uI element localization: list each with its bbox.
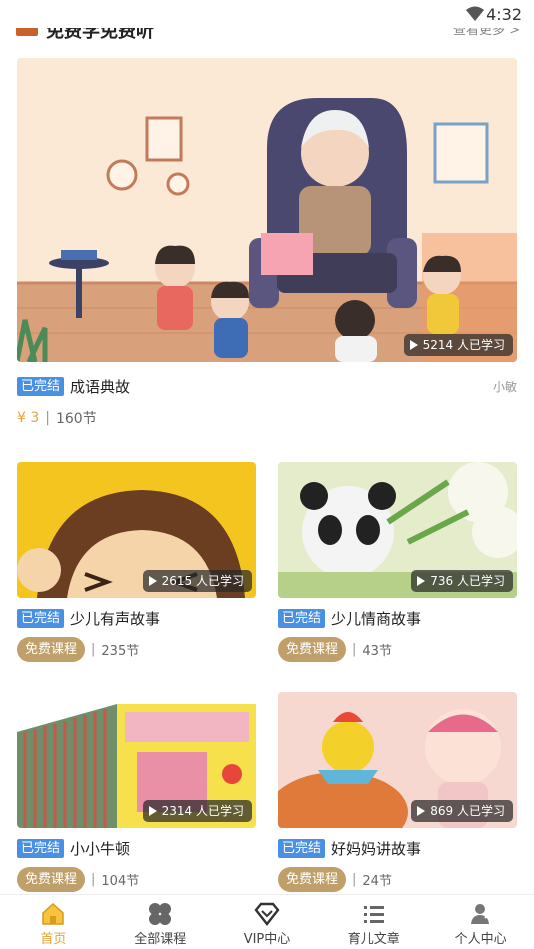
diamond-icon <box>254 902 280 926</box>
nav-label: 育儿文章 <box>347 932 400 947</box>
status-bar: 4:32 <box>0 0 534 28</box>
card-title-row: 已完结 少儿情商故事 <box>278 608 517 628</box>
price-row: ¥ 3 | 160节 <box>17 408 517 428</box>
play-icon <box>148 806 157 816</box>
nav-label: 个人中心 <box>454 932 507 947</box>
learner-count-badge: 736 人已学习 <box>411 570 513 592</box>
meta-row: 免费课程 | 235节 <box>17 637 256 662</box>
course-cover-image[interactable]: 869 人已学习 <box>278 692 517 828</box>
divider: | <box>91 642 96 657</box>
featured-cover-image[interactable]: 5214 人已学习 <box>17 58 517 362</box>
clock: 4:32 <box>486 5 522 24</box>
nav-parenting-articles[interactable]: 育儿文章 <box>320 895 427 949</box>
lesson-count: 43节 <box>362 644 392 659</box>
divider: | <box>352 642 357 657</box>
course-card[interactable]: 736 人已学习 已完结 少儿情商故事 免费课程 | 43节 <box>278 462 517 662</box>
play-icon <box>417 576 426 586</box>
completed-tag: 已完结 <box>17 608 65 628</box>
nav-all-courses[interactable]: 全部课程 <box>107 895 214 949</box>
price: ¥ 3 <box>17 410 40 426</box>
play-icon <box>409 340 418 350</box>
clover-icon <box>147 902 173 926</box>
completed-tag: 已完结 <box>17 376 65 396</box>
bottom-nav: 首页 全部课程 VIP中心 育儿文章 个人中心 <box>0 894 534 949</box>
lesson-count: 160节 <box>55 411 97 427</box>
nav-profile[interactable]: 个人中心 <box>427 895 534 949</box>
author-name: 小敏 <box>492 380 517 394</box>
course-title[interactable]: 好妈妈讲故事 <box>331 838 421 859</box>
lesson-count: 24节 <box>362 874 392 889</box>
learner-count-badge: 5214 人已学习 <box>403 334 513 356</box>
play-icon <box>148 576 157 586</box>
nav-label: 全部课程 <box>134 932 187 947</box>
learner-count: 2314 人已学习 <box>161 804 244 818</box>
course-cover-image[interactable]: 2615 人已学习 <box>17 462 256 598</box>
play-icon <box>417 806 426 816</box>
learner-count: 2615 人已学习 <box>161 574 244 588</box>
course-card[interactable]: 2615 人已学习 已完结 少儿有声故事 免费课程 | 235节 <box>17 462 256 662</box>
course-title[interactable]: 小小牛顿 <box>70 838 130 859</box>
learner-count: 5214 人已学习 <box>422 338 505 352</box>
grandma-storytelling-illustration <box>17 58 517 362</box>
learner-count: 869 人已学习 <box>430 804 505 818</box>
divider: | <box>45 410 50 426</box>
wifi-icon <box>466 6 484 21</box>
course-title[interactable]: 少儿有声故事 <box>70 608 160 629</box>
free-course-pill: 免费课程 <box>17 867 86 892</box>
learner-count-badge: 2314 人已学习 <box>142 800 252 822</box>
completed-tag: 已完结 <box>278 838 326 858</box>
nav-home[interactable]: 首页 <box>0 895 107 949</box>
course-title[interactable]: 成语典故 <box>70 376 130 397</box>
user-icon <box>468 902 494 926</box>
list-icon <box>361 902 387 926</box>
course-cover-image[interactable]: 2314 人已学习 <box>17 692 256 828</box>
nav-vip-center[interactable]: VIP中心 <box>214 895 321 949</box>
free-course-pill: 免费课程 <box>17 637 86 662</box>
meta-row: 免费课程 | 43节 <box>278 637 517 662</box>
lesson-count: 104节 <box>101 874 140 889</box>
card-title-row: 已完结 好妈妈讲故事 <box>278 838 517 858</box>
nav-label: 首页 <box>40 932 67 947</box>
free-course-pill: 免费课程 <box>278 867 347 892</box>
home-icon <box>40 902 66 926</box>
completed-tag: 已完结 <box>278 608 326 628</box>
course-cover-image[interactable]: 736 人已学习 <box>278 462 517 598</box>
nav-label: VIP中心 <box>243 932 291 947</box>
course-card[interactable]: 869 人已学习 已完结 好妈妈讲故事 免费课程 | 24节 <box>278 692 517 892</box>
course-title[interactable]: 少儿情商故事 <box>331 608 421 629</box>
divider: | <box>91 872 96 887</box>
lesson-count: 235节 <box>101 644 140 659</box>
featured-course-card[interactable]: 5214 人已学习 已完结 成语典故 小敏 ¥ 3 | 160节 <box>17 58 517 428</box>
meta-row: 免费课程 | 24节 <box>278 867 517 892</box>
card-title-row: 已完结 少儿有声故事 <box>17 608 256 628</box>
divider: | <box>352 872 357 887</box>
completed-tag: 已完结 <box>17 838 65 858</box>
meta-row: 免费课程 | 104节 <box>17 867 256 892</box>
featured-title-row: 已完结 成语典故 <box>17 376 517 396</box>
course-card[interactable]: 2314 人已学习 已完结 小小牛顿 免费课程 | 104节 <box>17 692 256 892</box>
learner-count-badge: 2615 人已学习 <box>142 570 252 592</box>
learner-count: 736 人已学习 <box>430 574 505 588</box>
learner-count-badge: 869 人已学习 <box>411 800 513 822</box>
card-title-row: 已完结 小小牛顿 <box>17 838 256 858</box>
free-course-pill: 免费课程 <box>278 637 347 662</box>
